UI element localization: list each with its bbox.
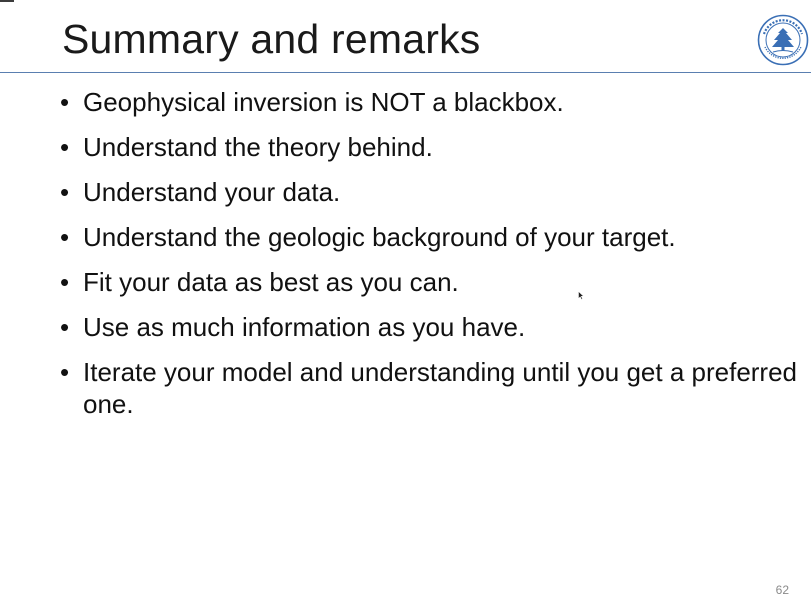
- bullet-item: • Understand the theory behind.: [60, 131, 800, 163]
- bullet-text: Fit your data as best as you can.: [83, 267, 459, 297]
- slide-title: Summary and remarks: [62, 16, 481, 62]
- mouse-cursor-icon: [578, 291, 584, 300]
- bullet-icon: •: [60, 222, 70, 252]
- page-number: 62: [775, 583, 789, 597]
- bullet-text: Use as much information as you have.: [83, 312, 526, 342]
- bullet-icon: •: [60, 357, 70, 387]
- bullet-item: • Fit your data as best as you can.: [60, 266, 800, 298]
- bullet-item: • Iterate your model and understanding un…: [60, 356, 800, 420]
- bullet-icon: •: [60, 132, 70, 162]
- bullet-item: • Understand the geologic background of y…: [60, 221, 800, 253]
- bullet-text: Understand your data.: [83, 177, 341, 207]
- bullet-icon: •: [60, 267, 70, 297]
- bullet-icon: •: [60, 312, 70, 342]
- bullet-text: Understand the theory behind.: [83, 132, 433, 162]
- bullet-item: • Use as much information as you have.: [60, 311, 800, 343]
- university-seal-icon: [757, 14, 809, 66]
- title-divider: [0, 72, 811, 73]
- bullet-icon: •: [60, 87, 70, 117]
- bullet-item: • Geophysical inversion is NOT a blackbox…: [60, 86, 800, 118]
- corner-mark: [0, 0, 14, 2]
- bullet-text: Geophysical inversion is NOT a blackbox.: [83, 87, 564, 117]
- bullet-item: • Understand your data.: [60, 176, 800, 208]
- slide: Summary and remarks • Geophysical inversi…: [0, 0, 811, 605]
- bullet-text: Understand the geologic background of yo…: [83, 222, 676, 252]
- bullet-icon: •: [60, 177, 70, 207]
- bullet-list: • Geophysical inversion is NOT a blackbox…: [60, 86, 800, 433]
- bullet-text: Iterate your model and understanding unt…: [83, 357, 798, 419]
